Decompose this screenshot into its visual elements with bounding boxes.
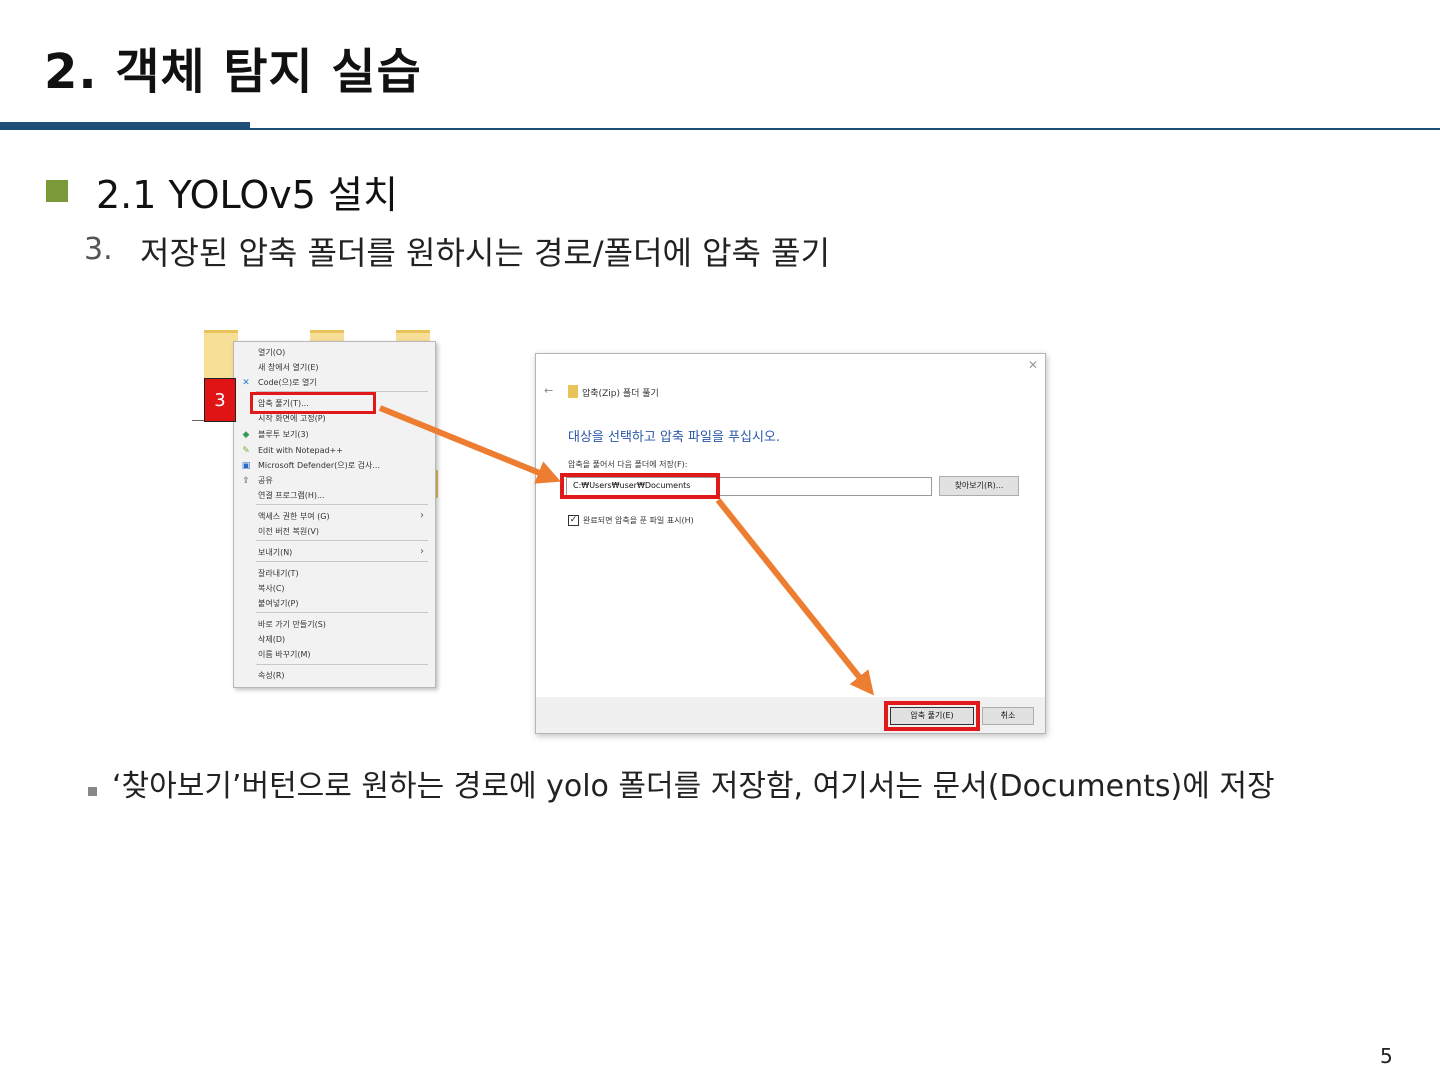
menu-item-open[interactable]: 열기(O) bbox=[258, 348, 285, 358]
menu-item-copy[interactable]: 복사(C) bbox=[258, 584, 285, 594]
dialog-heading: 대상을 선택하고 압축 파일을 푸십시오. bbox=[568, 430, 781, 445]
share-icon: ⇪ bbox=[242, 476, 250, 486]
section-heading: 2.1 YOLOv5 설치 bbox=[96, 173, 398, 217]
menu-item-rename[interactable]: 이름 바꾸기(M) bbox=[258, 650, 311, 660]
menu-item-cut[interactable]: 잘라내기(T) bbox=[258, 569, 299, 579]
menu-item-create-shortcut[interactable]: 바로 가기 만들기(S) bbox=[258, 620, 326, 630]
zip-folder-icon bbox=[568, 385, 578, 398]
menu-item-restore-versions[interactable]: 이전 버전 복원(V) bbox=[258, 527, 319, 537]
note-text: ‘찾아보기’버턴으로 원하는 경로에 yolo 폴더를 저장함, 여기서는 문서… bbox=[112, 769, 1275, 804]
notepad-icon: ✎ bbox=[242, 446, 250, 456]
menu-item-send-to[interactable]: 보내기(N) bbox=[258, 548, 292, 558]
step-text: 저장된 압축 폴더를 원하시는 경로/폴더에 압축 풀기 bbox=[140, 234, 831, 272]
title-rule-accent bbox=[0, 122, 250, 130]
menu-item-share[interactable]: 공유 bbox=[258, 476, 273, 486]
show-files-checkbox[interactable]: ✓ bbox=[568, 515, 579, 526]
menu-item-edit-notepad[interactable]: Edit with Notepad++ bbox=[258, 446, 343, 456]
vscode-icon: ✕ bbox=[242, 378, 250, 388]
destination-label: 압축을 풀어서 다음 폴더에 저장(F): bbox=[568, 460, 688, 469]
menu-separator bbox=[256, 612, 428, 613]
back-arrow-icon[interactable]: ← bbox=[544, 384, 553, 397]
menu-item-open-new-window[interactable]: 새 창에서 열기(E) bbox=[258, 363, 319, 373]
note-bullet bbox=[88, 787, 97, 796]
menu-item-pin-to-start[interactable]: 시작 화면에 고정(P) bbox=[258, 414, 326, 424]
context-menu: 열기(O) 새 창에서 열기(E) ✕ Code(으)로 열기 압축 풀기(T)… bbox=[233, 341, 436, 688]
browse-button[interactable]: 찾아보기(R)... bbox=[939, 476, 1019, 496]
path-highlight bbox=[560, 473, 720, 499]
diamond-icon: ◆ bbox=[242, 430, 250, 440]
menu-item-delete[interactable]: 삭제(D) bbox=[258, 635, 285, 645]
page-number: 5 bbox=[1380, 1044, 1393, 1068]
section-bullet-square bbox=[46, 180, 68, 202]
menu-item-give-access[interactable]: 액세스 권한 부여 (G) bbox=[258, 512, 330, 522]
menu-item-paste[interactable]: 붙여넣기(P) bbox=[258, 599, 299, 609]
dialog-title: 압축(Zip) 폴더 풀기 bbox=[582, 389, 659, 399]
slide-title: 2. 객체 탐지 실습 bbox=[44, 44, 422, 100]
menu-separator bbox=[256, 664, 428, 665]
menu-item-properties[interactable]: 속성(R) bbox=[258, 671, 285, 681]
extract-button-highlight bbox=[884, 701, 980, 731]
menu-separator bbox=[256, 561, 428, 562]
step-badge: 3 bbox=[204, 378, 236, 422]
cancel-button[interactable]: 취소 bbox=[982, 707, 1034, 725]
extract-menu-highlight bbox=[250, 392, 376, 414]
show-files-label: 완료되면 압축을 푼 파일 표시(H) bbox=[583, 516, 694, 525]
menu-separator bbox=[256, 504, 428, 505]
menu-separator bbox=[256, 540, 428, 541]
menu-item-view[interactable]: 블루투 보기(3) bbox=[258, 430, 309, 440]
chevron-right-icon: › bbox=[420, 546, 424, 557]
extract-dialog: ✕ ← 압축(Zip) 폴더 풀기 대상을 선택하고 압축 파일을 푸십시오. … bbox=[535, 353, 1046, 734]
shield-icon: ▣ bbox=[241, 461, 251, 471]
step-number: 3. bbox=[84, 232, 113, 267]
menu-item-open-with-code[interactable]: Code(으)로 열기 bbox=[258, 378, 317, 388]
menu-item-defender-scan[interactable]: Microsoft Defender(으)로 검사... bbox=[258, 461, 380, 471]
close-icon[interactable]: ✕ bbox=[1028, 358, 1038, 372]
chevron-right-icon: › bbox=[420, 510, 424, 521]
menu-item-open-with[interactable]: 연결 프로그램(H)... bbox=[258, 491, 325, 501]
